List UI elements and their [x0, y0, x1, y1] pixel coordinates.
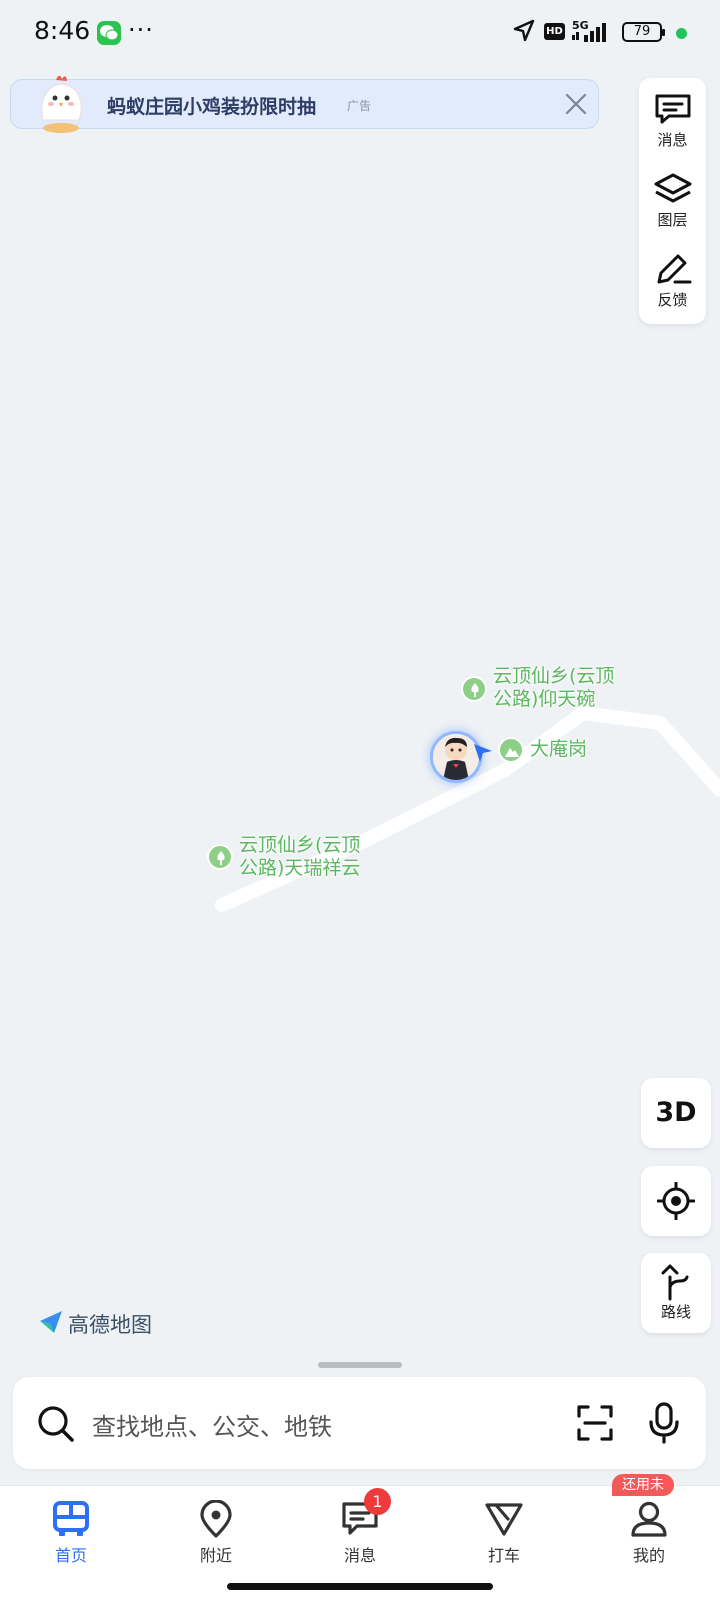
- map-roads: [215, 706, 720, 912]
- chick-mascot-icon: [29, 70, 93, 134]
- nav-label: 首页: [54, 1546, 87, 1565]
- privacy-indicator-dot: [676, 28, 687, 39]
- 3d-toggle-button[interactable]: 3D: [641, 1078, 711, 1148]
- nav-profile[interactable]: 我的: [609, 1500, 689, 1566]
- nav-label: 消息: [343, 1546, 376, 1565]
- poi-label-line2: 公路)仰天碗: [493, 688, 596, 710]
- mountain-icon: [498, 737, 524, 763]
- ad-text: 蚂蚁庄园小鸡装扮限时抽: [107, 96, 317, 118]
- feedback-label: 反馈: [657, 291, 688, 309]
- search-bar[interactable]: 查找地点、公交、地铁: [13, 1377, 706, 1469]
- heading-arrow-icon: [472, 742, 494, 768]
- scan-icon[interactable]: [576, 1404, 614, 1446]
- layers-icon: [654, 173, 691, 203]
- signal-bars-icon: 5G: [570, 18, 616, 50]
- battery-icon: 79: [622, 22, 665, 42]
- close-icon[interactable]: [564, 92, 588, 116]
- tree-icon: [207, 844, 233, 870]
- poi-label-line1: 云顶仙乡(云顶: [493, 665, 615, 687]
- poi-label-line1: 云顶仙乡(云顶: [239, 834, 361, 856]
- route-fork-icon: [661, 1264, 689, 1301]
- sheet-drag-handle[interactable]: [318, 1362, 402, 1368]
- bus-icon: [53, 1501, 89, 1536]
- poi-label: 大庵岗: [530, 738, 588, 760]
- wechat-icon: [97, 21, 121, 45]
- svg-text:5G: 5G: [572, 19, 589, 32]
- status-bar: 8:46 ··· HD 5G 79: [0, 0, 720, 66]
- message-icon: [655, 94, 690, 124]
- microphone-icon[interactable]: [647, 1402, 681, 1448]
- messages-label: 消息: [657, 131, 688, 149]
- messages-button[interactable]: 消息: [639, 80, 706, 156]
- home-indicator[interactable]: [227, 1583, 493, 1590]
- locate-button[interactable]: [641, 1166, 711, 1236]
- nav-label: 我的: [632, 1546, 665, 1565]
- edit-pencil-icon: [657, 254, 691, 284]
- nav-label: 附近: [199, 1546, 232, 1565]
- nav-label: 打车: [487, 1546, 520, 1565]
- search-icon: [37, 1405, 75, 1447]
- taxi-icon: [485, 1503, 523, 1536]
- feedback-button[interactable]: 反馈: [639, 240, 706, 316]
- unread-badge: 1: [364, 1488, 391, 1515]
- nav-taxi[interactable]: 打车: [464, 1500, 544, 1566]
- crosshair-icon: [656, 1181, 696, 1221]
- location-pin-icon: [200, 1500, 232, 1538]
- tree-icon: [461, 676, 487, 702]
- layers-label: 图层: [657, 211, 688, 229]
- route-label: 路线: [660, 1303, 691, 1321]
- ad-tag: 广告: [347, 99, 372, 113]
- map-tool-panel: 消息 图层 反馈: [639, 78, 706, 324]
- nav-home[interactable]: 首页: [31, 1500, 111, 1566]
- status-time: 8:46: [34, 16, 91, 45]
- search-input[interactable]: 查找地点、公交、地铁: [92, 1407, 332, 1442]
- route-button[interactable]: 路线: [641, 1253, 711, 1333]
- amap-logo-icon: [40, 1311, 62, 1333]
- nav-messages[interactable]: 1 消息: [320, 1488, 400, 1566]
- profile-icon: [631, 1501, 667, 1537]
- promo-tag: 还用未: [612, 1474, 674, 1496]
- navigation-arrow-icon: [512, 18, 536, 48]
- layers-button[interactable]: 图层: [639, 160, 706, 236]
- amap-logo-text: 高德地图: [68, 1313, 152, 1337]
- ad-banner[interactable]: 蚂蚁庄园小鸡装扮限时抽 广告: [10, 75, 599, 133]
- poi-label-line2: 公路)天瑞祥云: [239, 857, 361, 879]
- more-dots: ···: [128, 16, 154, 44]
- map-canvas[interactable]: [0, 0, 720, 1600]
- nav-nearby[interactable]: 附近: [176, 1500, 256, 1566]
- amap-logo: 高德地图: [38, 1309, 152, 1339]
- hd-icon: HD: [544, 23, 565, 40]
